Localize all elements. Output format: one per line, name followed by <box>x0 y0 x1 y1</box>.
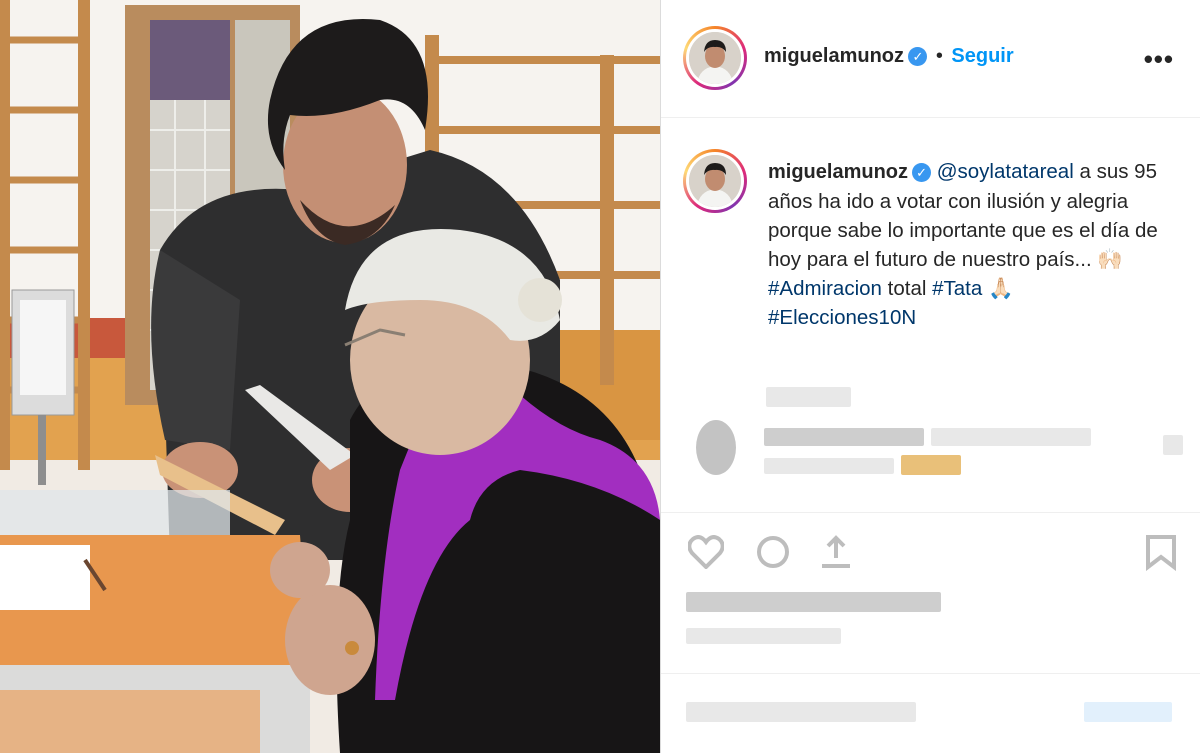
praying-hands-emoji: 🙏🏻 <box>987 277 1014 300</box>
blurred-publish-button[interactable] <box>1084 702 1172 722</box>
save-button[interactable] <box>1141 532 1181 572</box>
post-side-panel: miguelamunoz ✓ • Seguir ••• miguelamunoz… <box>661 0 1200 753</box>
blurred-comment-text <box>931 428 1091 446</box>
caption-avatar-photo <box>689 155 741 207</box>
post-photo[interactable] <box>0 0 660 753</box>
blurred-comment-input[interactable] <box>686 702 916 722</box>
header-line: miguelamunoz ✓ • Seguir <box>764 45 1014 68</box>
actions-separator-bottom <box>661 673 1200 674</box>
caption-username[interactable]: miguelamunoz <box>768 161 908 183</box>
hashtag-admiracion[interactable]: #Admiracion <box>768 277 882 300</box>
comment-icon <box>757 536 789 568</box>
comment-button[interactable] <box>753 532 793 572</box>
actions-separator-top <box>661 512 1200 513</box>
separator-dot: • <box>935 45 943 67</box>
caption-word-total: total <box>887 277 927 300</box>
caption-verified-badge-icon: ✓ <box>912 163 932 182</box>
blurred-comment-emoji <box>901 455 961 475</box>
blurred-likes-count <box>686 592 941 612</box>
share-icon <box>822 535 850 568</box>
caption-avatar[interactable] <box>683 149 747 213</box>
username[interactable]: miguelamunoz <box>764 45 904 67</box>
verified-badge-icon: ✓ <box>908 47 928 66</box>
heart-icon <box>688 535 724 569</box>
caption-text: miguelamunoz ✓ @soylatatareal a sus 95 añ… <box>768 157 1188 332</box>
blurred-comment-text-line2 <box>764 458 894 474</box>
mention-link[interactable]: @soylatatareal <box>937 160 1074 183</box>
blurred-timestamp <box>766 387 851 407</box>
blurred-comment-like-icon[interactable] <box>1163 435 1183 455</box>
avatar[interactable] <box>683 26 747 90</box>
blurred-post-date <box>686 628 841 644</box>
avatar-photo <box>689 32 741 84</box>
post-header: miguelamunoz ✓ • Seguir ••• <box>661 0 1200 118</box>
bookmark-icon <box>1146 535 1176 571</box>
more-options-icon[interactable]: ••• <box>1144 44 1174 75</box>
blurred-comment-username <box>764 428 924 446</box>
blurred-comment-avatar <box>696 420 736 475</box>
hashtag-elecciones10n[interactable]: #Elecciones10N <box>768 306 916 329</box>
follow-button[interactable]: Seguir <box>951 45 1013 67</box>
like-button[interactable] <box>686 532 726 572</box>
raised-hands-emoji: 🙌🏻 <box>1097 248 1123 271</box>
hashtag-tata[interactable]: #Tata <box>932 277 982 300</box>
voting-photo-image <box>0 0 660 753</box>
share-button[interactable] <box>816 532 856 572</box>
